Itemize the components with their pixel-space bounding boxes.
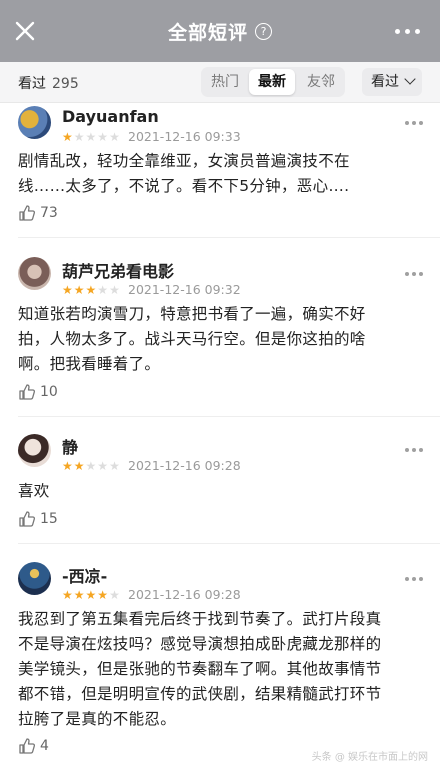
star-filled-icon: ★: [62, 588, 73, 602]
review-text: 剧情乱改，轻功全靠维亚，女演员普遍演技不在 线……太多了，不说了。看不下5分钟，恶…: [18, 149, 422, 199]
avatar[interactable]: [18, 562, 51, 595]
username[interactable]: -西凉-: [62, 563, 107, 587]
star-filled-icon: ★: [85, 588, 97, 602]
watermark: 头条 @ 娱乐在市面上的网: [311, 752, 428, 763]
review-text: 我忍到了第五集看完后终于找到节奏了。武打片段真 不是导演在炫技吗？感觉导演想拍成卧…: [18, 607, 422, 732]
divider: [18, 416, 440, 417]
star-empty-icon: ★: [109, 130, 120, 144]
review-text-line: 喜欢: [18, 482, 50, 500]
avatar[interactable]: [18, 106, 51, 139]
more-icon[interactable]: [405, 272, 423, 276]
thumbs-up-icon: [19, 384, 36, 400]
star-filled-icon: ★: [62, 283, 73, 297]
rating-stars: ★ ★ ★ ★ ★: [62, 460, 120, 472]
like-count: 10: [40, 384, 58, 400]
avatar[interactable]: [18, 434, 51, 467]
chevron-down-icon: [404, 73, 416, 85]
star-empty-icon: ★: [97, 459, 109, 473]
more-icon[interactable]: [405, 121, 423, 125]
star-empty-icon: ★: [109, 588, 120, 602]
review-date: 2021-12-16 09:33: [128, 129, 241, 144]
page-title: 全部短评: [167, 21, 248, 44]
help-icon[interactable]: ?: [255, 22, 272, 40]
tab-friends[interactable]: 友邻: [297, 67, 345, 97]
filter-bar: 看过 295 热门 最新 友邻 看过: [0, 62, 440, 103]
review-text-line: 我忍到了第五集看完后终于找到节奏了。武打片段真: [18, 610, 382, 628]
review-text-line: 不是导演在炫技吗？感觉导演想拍成卧虎藏龙那样的: [18, 635, 382, 653]
like-count: 4: [40, 738, 49, 754]
review-date: 2021-12-16 09:28: [128, 458, 241, 473]
like-button[interactable]: 15: [18, 510, 58, 528]
sort-segmented-control: 热门 最新 友邻: [201, 67, 345, 97]
title-wrap: 全部短评 ?: [0, 0, 440, 62]
star-filled-icon: ★: [62, 130, 73, 144]
like-button[interactable]: 73: [18, 204, 58, 222]
review-text-line: 都不错，但是明明宣传的武侠剧，结果精髓武打环节: [18, 685, 382, 703]
seen-count: 看过 295: [18, 73, 79, 93]
star-filled-icon: ★: [85, 283, 97, 297]
review-text-line: 美学镜头，但是张驰的节奏翻车了啊。其他故事情节: [18, 660, 382, 678]
review-text-line: 拍，人物太多了。战斗天马行空。但是你这拍的啥: [18, 330, 366, 348]
username[interactable]: 葫芦兄弟看电影: [62, 258, 174, 282]
review-text: 喜欢: [18, 479, 422, 504]
divider: [18, 543, 440, 544]
more-icon[interactable]: [405, 448, 423, 452]
review-text-line: 知道张若昀演雪刀，特意把书看了一遍，确实不好: [18, 305, 366, 323]
rating-stars: ★ ★ ★ ★ ★: [62, 131, 120, 143]
avatar[interactable]: [18, 257, 51, 290]
star-empty-icon: ★: [97, 283, 109, 297]
star-filled-icon: ★: [62, 459, 73, 473]
top-bar: 全部短评 ?: [0, 0, 440, 62]
more-icon[interactable]: [405, 577, 423, 581]
star-filled-icon: ★: [73, 283, 85, 297]
star-empty-icon: ★: [85, 459, 97, 473]
star-filled-icon: ★: [97, 588, 109, 602]
divider: [18, 237, 440, 238]
review-text-line: 剧情乱改，轻功全靠维亚，女演员普遍演技不在: [18, 152, 350, 170]
dropdown-label: 看过: [371, 74, 399, 90]
star-empty-icon: ★: [109, 283, 120, 297]
seen-number: 295: [52, 76, 79, 92]
rating-stars: ★ ★ ★ ★ ★: [62, 589, 120, 601]
star-empty-icon: ★: [73, 130, 85, 144]
like-count: 15: [40, 511, 58, 527]
like-button[interactable]: 4: [18, 737, 49, 755]
star-empty-icon: ★: [109, 459, 120, 473]
more-icon[interactable]: [395, 29, 420, 34]
thumbs-up-icon: [19, 205, 36, 221]
review-text-line: 线……太多了，不说了。看不下5分钟，恶心….: [18, 177, 350, 195]
like-button[interactable]: 10: [18, 383, 58, 401]
tab-latest[interactable]: 最新: [249, 69, 295, 95]
tab-hot[interactable]: 热门: [201, 67, 249, 97]
username[interactable]: 静: [62, 434, 78, 458]
seen-label: 看过: [18, 76, 46, 92]
review-text: 知道张若昀演雪刀，特意把书看了一遍，确实不好 拍，人物太多了。战斗天马行空。但是你…: [18, 302, 422, 377]
review-date: 2021-12-16 09:28: [128, 587, 241, 602]
thumbs-up-icon: [19, 511, 36, 527]
star-empty-icon: ★: [85, 130, 97, 144]
like-count: 73: [40, 205, 58, 221]
star-filled-icon: ★: [73, 588, 85, 602]
review-date: 2021-12-16 09:32: [128, 282, 241, 297]
rating-stars: ★ ★ ★ ★ ★: [62, 284, 120, 296]
review-text-line: 拉胯了是真的不能忍。: [18, 710, 177, 728]
review-text-line: 啊。把我看睡着了。: [18, 355, 161, 373]
seen-filter-dropdown[interactable]: 看过: [362, 68, 422, 96]
username[interactable]: Dayuanfan: [62, 107, 159, 126]
star-empty-icon: ★: [97, 130, 109, 144]
star-filled-icon: ★: [73, 459, 85, 473]
thumbs-up-icon: [19, 738, 36, 754]
